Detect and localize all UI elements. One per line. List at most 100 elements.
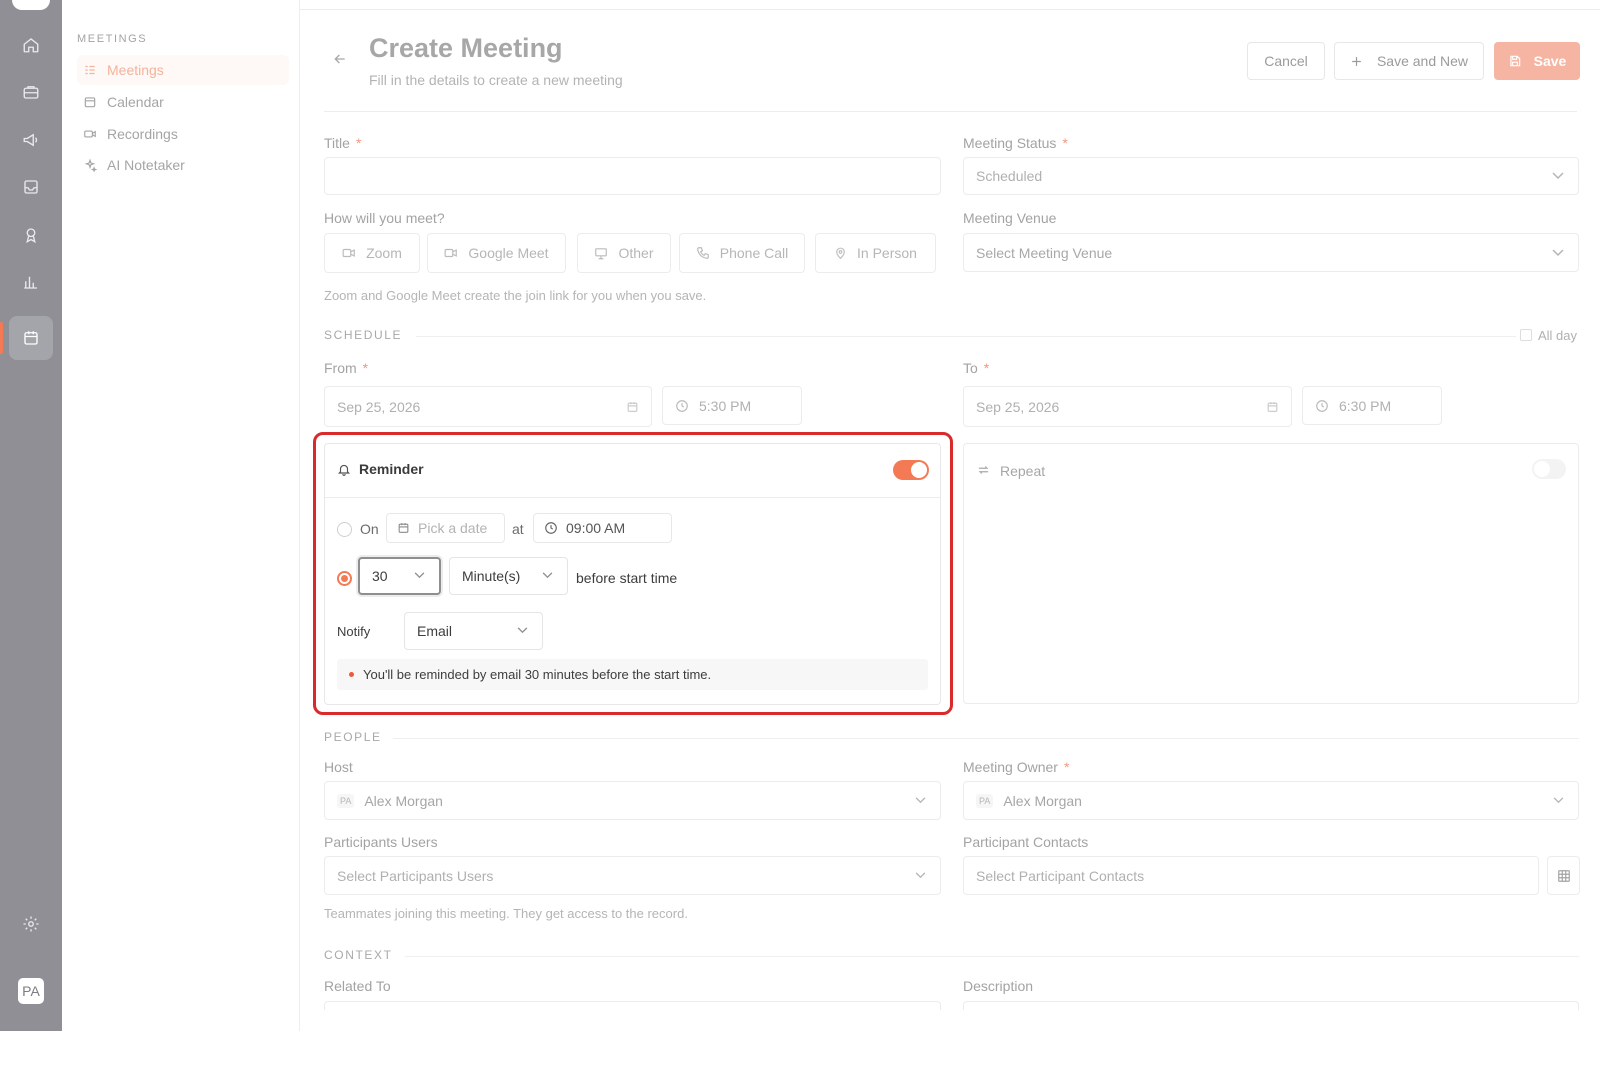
calendar-icon [1266, 400, 1279, 414]
sidebar-item-label: Meetings [107, 62, 164, 78]
meeting-owner-label: Meeting Owner * [963, 759, 1070, 775]
save-icon [1508, 54, 1522, 68]
meet-option-zoom[interactable]: Zoom [324, 233, 420, 273]
meet-option-other[interactable]: Other [577, 233, 671, 273]
app-logo[interactable] [12, 0, 50, 10]
related-to-input[interactable] [324, 1001, 941, 1010]
how-meet-label: How will you meet? [324, 210, 445, 226]
all-day-label: All day [1538, 328, 1578, 343]
participants-users-label: Participants Users [324, 834, 438, 850]
meeting-owner-select[interactable]: PA Alex Morgan [963, 781, 1579, 820]
save-and-new-button[interactable]: Save and New [1334, 42, 1484, 80]
video-icon [83, 127, 97, 141]
sidebar-item-label: Calendar [107, 94, 164, 110]
chevron-down-icon [1552, 172, 1564, 180]
chevron-down-icon [915, 796, 926, 804]
all-day-checkbox[interactable] [1520, 329, 1532, 341]
description-input[interactable] [963, 1001, 1579, 1010]
host-value: Alex Morgan [364, 792, 443, 809]
from-date-value: Sep 25, 2026 [337, 398, 421, 415]
chevron-down-icon [915, 871, 926, 879]
save-label: Save [1533, 53, 1567, 69]
from-label: From * [324, 360, 369, 376]
schedule-section-title: SCHEDULE [324, 328, 403, 342]
grid-icon[interactable] [1547, 856, 1580, 895]
bar-chart-icon[interactable] [17, 268, 45, 296]
meeting-status-select[interactable]: Scheduled [963, 157, 1579, 195]
meeting-venue-select[interactable]: Select Meeting Venue [963, 233, 1579, 272]
header-divider [324, 111, 1577, 112]
owner-value: Alex Morgan [1003, 792, 1082, 809]
people-section-title: PEOPLE [324, 730, 382, 744]
meeting-status-value: Scheduled [976, 168, 1043, 184]
meet-option-in-person[interactable]: In Person [815, 233, 936, 273]
from-time-input[interactable]: 5:30 PM [662, 386, 802, 425]
home-icon[interactable] [17, 31, 45, 59]
sidebar-item-label: AI Notetaker [107, 157, 185, 173]
clock-icon [1315, 399, 1329, 413]
megaphone-icon[interactable] [17, 126, 45, 154]
monitor-icon [594, 247, 608, 260]
participants-users-select[interactable]: Select Participants Users [324, 856, 941, 895]
user-avatar[interactable]: PA [18, 978, 44, 1004]
chevron-down-icon [1552, 248, 1564, 257]
host-select[interactable]: PA Alex Morgan [324, 781, 941, 820]
meet-option-label: Other [618, 245, 654, 261]
calendar-icon [626, 400, 639, 414]
to-time-input[interactable]: 6:30 PM [1302, 386, 1442, 425]
map-pin-icon [834, 246, 847, 260]
sidebar-item-calendar[interactable]: Calendar [77, 87, 289, 117]
award-icon[interactable] [17, 221, 45, 249]
repeat-title: Repeat [1000, 463, 1046, 479]
context-divider [405, 956, 1579, 957]
owner-avatar: PA [976, 793, 994, 808]
context-section-title: CONTEXT [324, 948, 393, 962]
title-label: Title * [324, 135, 362, 151]
save-and-new-label: Save and New [1376, 53, 1469, 69]
participants-users-placeholder: Select Participants Users [337, 867, 494, 884]
meet-helper-text: Zoom and Google Meet create the join lin… [324, 288, 707, 303]
participant-contacts-select[interactable]: Select Participant Contacts [963, 856, 1539, 895]
meet-option-label: Zoom [366, 245, 402, 261]
participants-helper-text: Teammates joining this meeting. They get… [324, 906, 688, 921]
rail-active-marker [0, 322, 3, 354]
briefcase-icon[interactable] [17, 78, 45, 106]
meet-option-label: Google Meet [468, 245, 549, 261]
meeting-status-label: Meeting Status * [963, 135, 1068, 151]
repeat-icon [976, 463, 991, 477]
inbox-icon[interactable] [17, 173, 45, 201]
page-title: Create Meeting [369, 33, 563, 63]
sidebar-item-ai-notetaker[interactable]: AI Notetaker [77, 150, 289, 180]
schedule-divider [416, 336, 1516, 337]
sidebar-item-label: Recordings [107, 126, 178, 142]
description-label: Description [963, 978, 1034, 994]
video-icon [444, 247, 458, 259]
sidebar-item-meetings[interactable]: Meetings [77, 55, 289, 85]
to-label: To * [963, 360, 990, 376]
top-divider [300, 9, 1600, 10]
host-avatar: PA [337, 793, 355, 808]
phone-icon [696, 246, 710, 260]
from-date-input[interactable]: Sep 25, 2026 [324, 386, 652, 427]
save-button[interactable]: Save [1494, 42, 1580, 80]
related-to-label: Related To [324, 978, 391, 994]
sidebar-item-recordings[interactable]: Recordings [77, 119, 289, 149]
meet-option-google-meet[interactable]: Google Meet [427, 233, 566, 273]
settings-icon[interactable] [17, 910, 45, 938]
page-subtitle: Fill in the details to create a new meet… [369, 72, 623, 88]
to-time-value: 6:30 PM [1339, 397, 1392, 414]
participant-contacts-label: Participant Contacts [963, 834, 1089, 850]
calendar-icon [83, 95, 97, 109]
list-icon [83, 63, 97, 77]
back-arrow-icon[interactable] [332, 51, 348, 67]
title-input[interactable] [324, 157, 941, 195]
plus-icon [1350, 55, 1363, 68]
meeting-venue-label: Meeting Venue [963, 210, 1057, 226]
calendar-icon[interactable] [17, 324, 45, 352]
repeat-toggle[interactable] [1532, 459, 1566, 479]
from-time-value: 5:30 PM [699, 397, 752, 414]
meet-option-phone-call[interactable]: Phone Call [679, 233, 805, 273]
sparkles-icon [83, 158, 97, 172]
cancel-button[interactable]: Cancel [1247, 42, 1325, 80]
to-date-input[interactable]: Sep 25, 2026 [963, 386, 1292, 427]
